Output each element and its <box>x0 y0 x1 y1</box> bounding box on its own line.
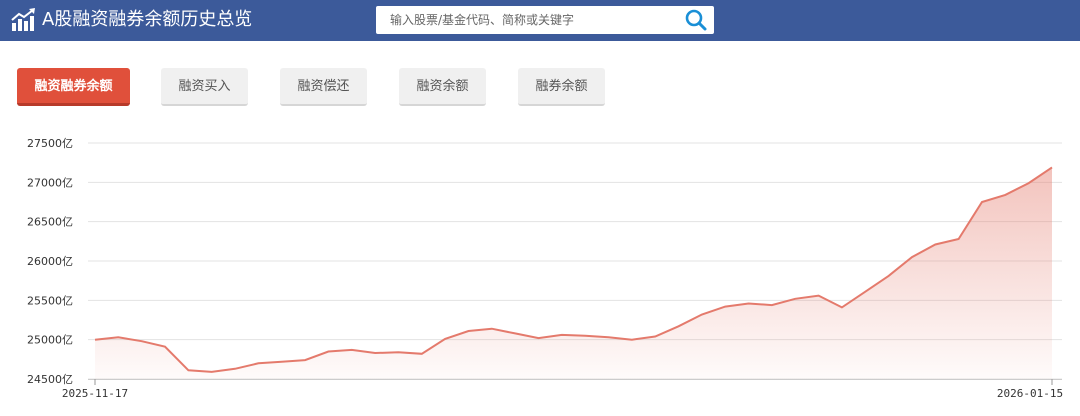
search-input[interactable] <box>376 6 666 34</box>
y-axis-tick-label: 26000亿 <box>27 255 73 268</box>
x-axis-end-label: 2026-01-15 <box>997 387 1063 400</box>
y-axis-tick-label: 25000亿 <box>27 334 73 347</box>
bar-chart-trend-icon[interactable] <box>11 8 37 32</box>
tab-margin-total-balance[interactable]: 融资融券余额 <box>17 68 130 106</box>
tab-financing-buy[interactable]: 融资买入 <box>161 68 248 106</box>
app-title: A股融资融券余额历史总览 <box>42 9 253 30</box>
top-header-bar: A股融资融券余额历史总览 <box>0 0 1080 41</box>
y-axis-tick-label: 25500亿 <box>27 294 73 307</box>
balance-area-fill <box>95 167 1052 379</box>
x-axis-start-label: 2025-11-17 <box>62 387 128 400</box>
margin-balance-chart: 27500亿 27000亿 26500亿 26000亿 25500亿 25000亿 2450… <box>27 137 1063 400</box>
tab-financing-repay[interactable]: 融资偿还 <box>280 68 367 106</box>
search-box <box>376 6 714 34</box>
y-axis-labels: 27500亿 27000亿 26500亿 26000亿 25500亿 25000亿 2450… <box>27 137 73 386</box>
y-axis-tick-label: 24500亿 <box>27 373 73 386</box>
tab-securities-lending-balance[interactable]: 融券余额 <box>518 68 605 106</box>
search-icon[interactable] <box>682 8 710 32</box>
y-axis-tick-label: 26500亿 <box>27 216 73 229</box>
y-axis-tick-label: 27000亿 <box>27 176 73 189</box>
tab-financing-balance[interactable]: 融资余额 <box>399 68 486 106</box>
y-axis-tick-label: 27500亿 <box>27 137 73 150</box>
